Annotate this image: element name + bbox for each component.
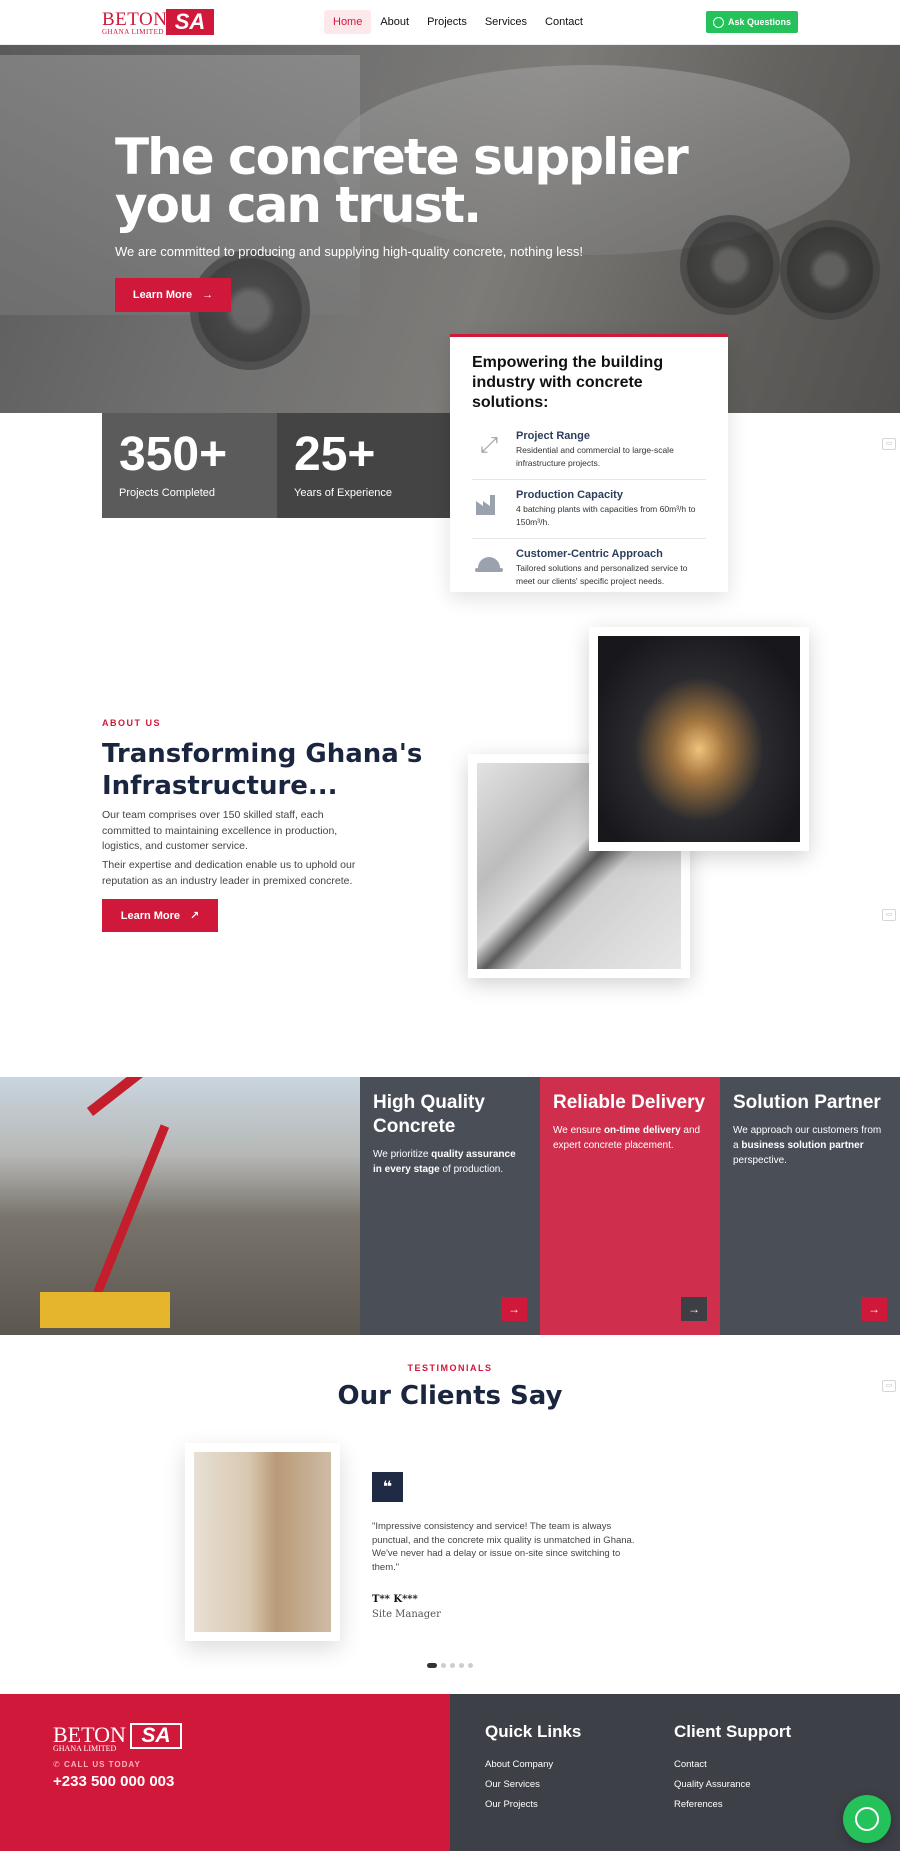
hero-title: The concrete supplier you can trust. [115,128,689,234]
stat-projects: 350+ Projects Completed [102,413,277,518]
call-us-label: ✆ CALL US TODAY [53,1760,141,1769]
concrete-pump-photo [0,1077,360,1335]
feature-item-desc: Residential and commercial to large-scal… [516,445,674,468]
arrow-up-right-icon: ↗ [190,910,200,922]
client-support-title: Client Support [674,1722,792,1741]
feature-item: ⤢ Project Range Residential and commerci… [472,421,706,480]
logo[interactable]: BETON GHANA LIMITED SA [102,9,214,37]
quote-icon: ❝ [372,1472,403,1502]
phone-icon: ✆ [53,1760,64,1769]
carousel-dots [427,1663,473,1668]
footer-logo[interactable]: BETON GHANA LIMITED SA [53,1722,183,1754]
footer-link[interactable]: Our Services [485,1779,540,1790]
carousel-dot[interactable] [459,1663,464,1668]
feature-card: Empowering the building industry with co… [450,334,728,592]
factory-icon [472,489,506,519]
service-title: Solution Partner [733,1092,881,1113]
quick-links-title: Quick Links [485,1722,582,1741]
services-strip: High Quality Concrete We prioritize qual… [0,1077,900,1335]
carousel-dot[interactable] [441,1663,446,1668]
arrow-right-icon[interactable]: → [501,1297,527,1321]
hardhat-icon [472,548,506,578]
feature-item-title: Customer-Centric Approach [516,548,663,560]
footer-link[interactable]: References [674,1799,723,1810]
phone-number[interactable]: +233 500 000 003 [53,1773,174,1790]
nav-services[interactable]: Services [476,10,536,34]
carousel-dot[interactable] [450,1663,455,1668]
footer-link[interactable]: Quality Assurance [674,1779,751,1790]
carousel-dot[interactable] [468,1663,473,1668]
nav-contact[interactable]: Contact [536,10,592,34]
testimonials-tag: TESTIMONIALS [407,1363,493,1373]
carousel-dot[interactable] [427,1663,437,1668]
arrow-right-icon[interactable]: → [681,1297,707,1321]
stat-value: 25+ [294,428,376,481]
ask-questions-label: Ask Questions [727,17,792,27]
testimonial-role: Site Manager [372,1609,441,1620]
service-title: High Quality Concrete [373,1092,485,1137]
testimonial-author: T** K*** [372,1594,418,1605]
feature-item: Production Capacity 4 batching plants wi… [472,480,706,539]
handshake-photo [185,1443,340,1641]
feature-card-title: Empowering the building industry with co… [472,354,664,411]
main-menu: Home About Projects Services Contact [324,10,592,34]
about-title: Transforming Ghana's Infrastructure... [102,739,423,801]
service-text: We prioritize quality assurance in every… [373,1149,516,1175]
feature-item-desc: 4 batching plants with capacities from 6… [516,504,696,527]
service-title: Reliable Delivery [553,1092,706,1113]
highway-interchange-photo [589,627,809,851]
stat-experience: 25+ Years of Experience [277,413,450,518]
hero-learn-more-label: Learn More [132,289,193,301]
footer-link[interactable]: About Company [485,1759,553,1770]
service-text: We approach our customers from a busines… [733,1125,882,1166]
footer-link[interactable]: Our Projects [485,1799,538,1810]
stat-label: Projects Completed [119,487,215,499]
feature-item-desc: Tailored solutions and personalized serv… [516,563,688,586]
stat-value: 350+ [119,428,228,481]
ask-questions-button[interactable]: Ask Questions [706,11,798,33]
nav-projects[interactable]: Projects [418,10,476,34]
testimonial-quote: "Impressive consistency and service! The… [372,1521,635,1573]
footer-logo-subtext: GHANA LIMITED [53,1744,117,1753]
testimonials-title: Our Clients Say [337,1381,563,1411]
arrow-right-icon: → [202,289,214,301]
service-card-delivery: Reliable Delivery We ensure on-time deli… [540,1077,720,1335]
image-placeholder-icon: ▭ [882,909,896,921]
footer-link[interactable]: Contact [674,1759,707,1770]
stat-label: Years of Experience [294,487,393,499]
about-tag: ABOUT US [102,718,161,728]
image-placeholder-icon: ▭ [882,438,896,450]
hero-subtitle: We are committed to producing and supply… [115,244,584,259]
logo-subtext: GHANA LIMITED [102,28,164,36]
nav-home[interactable]: Home [324,10,372,34]
service-text: We ensure on-time delivery and expert co… [553,1125,701,1151]
service-card-quality: High Quality Concrete We prioritize qual… [360,1077,540,1335]
expand-arrows-icon: ⤢ [480,432,498,457]
feature-item: Customer-Centric Approach Tailored solut… [472,539,706,597]
whatsapp-icon [712,16,724,28]
about-learn-more-button[interactable]: Learn More ↗ [102,899,218,932]
top-navbar: BETON GHANA LIMITED SA Home About Projec… [0,0,900,45]
service-card-partner: Solution Partner We approach our custome… [720,1077,900,1335]
arrow-right-icon[interactable]: → [861,1297,887,1321]
about-paragraph: Their expertise and dedication enable us… [102,859,356,887]
whatsapp-float-button[interactable] [843,1795,891,1843]
feature-item-title: Project Range [516,430,590,442]
logo-mark: SA [166,9,214,35]
about-learn-more-label: Learn More [120,909,181,922]
whatsapp-icon [855,1807,879,1831]
footer-links-panel [450,1694,900,1851]
hero-learn-more-button[interactable]: Learn More → [115,278,231,312]
nav-about[interactable]: About [371,10,418,34]
about-paragraph: Our team comprises over 150 skilled staf… [102,809,338,852]
feature-item-title: Production Capacity [516,489,623,501]
footer-logo-mark: SA [130,1723,182,1749]
